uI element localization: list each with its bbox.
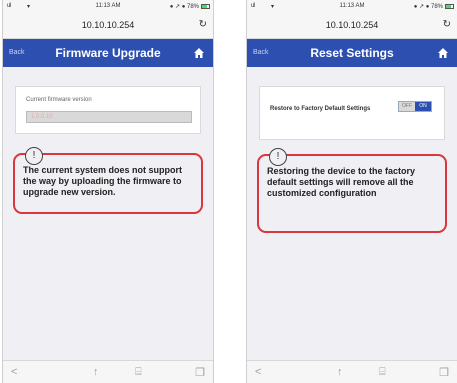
warning-box: ! Restoring the device to the factory de…	[257, 148, 447, 233]
exclamation-icon: !	[25, 147, 43, 165]
firmware-version-field: 1.0.0.10	[26, 111, 192, 123]
home-icon[interactable]	[437, 47, 449, 59]
nav-bar: Back Reset Settings	[247, 39, 457, 67]
bookmarks-icon[interactable]: ⌸	[379, 366, 386, 379]
status-bar: ull ▾ 11:13 AM ● ↗ ● 78%	[247, 0, 457, 14]
nav-bar: Back Firmware Upgrade	[3, 39, 213, 67]
phone-screen-firmware-upgrade: ull ▾ 11:13 AM ● ↗ ● 78% 10.10.10.254 ↻ …	[2, 0, 214, 383]
tabs-icon[interactable]: ❐	[195, 366, 205, 379]
toggle-on-label[interactable]: ON	[415, 102, 431, 111]
toggle-off-label[interactable]: OFF	[399, 102, 415, 111]
battery-icon	[201, 4, 210, 9]
browser-back-icon[interactable]: <	[255, 366, 261, 378]
url-text[interactable]: 10.10.10.254	[3, 20, 213, 30]
warning-message: The current system does not support the …	[23, 165, 183, 197]
firmware-version-card: Current firmware version 1.0.0.10	[15, 86, 201, 134]
reload-icon[interactable]: ↻	[443, 19, 451, 30]
firmware-version-label: Current firmware version	[26, 97, 92, 103]
reload-icon[interactable]: ↻	[199, 19, 207, 30]
status-indicators: ● ↗ ● 78%	[169, 4, 199, 10]
exclamation-icon: !	[269, 148, 287, 166]
factory-reset-card: Restore to Factory Default Settings OFF …	[259, 86, 445, 140]
status-indicators: ● ↗ ● 78%	[413, 4, 443, 10]
tabs-icon[interactable]: ❐	[439, 366, 449, 379]
battery-icon	[445, 4, 454, 9]
status-bar: ull ▾ 11:13 AM ● ↗ ● 78%	[3, 0, 213, 14]
bookmarks-icon[interactable]: ⌸	[135, 366, 142, 379]
warning-message: Restoring the device to the factory defa…	[267, 166, 416, 198]
url-text[interactable]: 10.10.10.254	[247, 20, 457, 30]
warning-box: ! The current system does not support th…	[13, 147, 203, 214]
address-bar[interactable]: 10.10.10.254 ↻	[247, 14, 457, 39]
page-title: Reset Settings	[310, 46, 394, 60]
address-bar[interactable]: 10.10.10.254 ↻	[3, 14, 213, 39]
factory-reset-toggle[interactable]: OFF ON	[398, 101, 432, 112]
factory-reset-label: Restore to Factory Default Settings	[270, 106, 371, 112]
home-icon[interactable]	[193, 47, 205, 59]
share-icon[interactable]: ↑	[337, 366, 343, 378]
browser-toolbar: < ↑ ⌸ ❐	[3, 360, 213, 383]
share-icon[interactable]: ↑	[93, 366, 99, 378]
browser-toolbar: < ↑ ⌸ ❐	[247, 360, 457, 383]
browser-back-icon[interactable]: <	[11, 366, 17, 378]
phone-screen-reset-settings: ull ▾ 11:13 AM ● ↗ ● 78% 10.10.10.254 ↻ …	[246, 0, 457, 383]
page-title: Firmware Upgrade	[55, 46, 161, 60]
